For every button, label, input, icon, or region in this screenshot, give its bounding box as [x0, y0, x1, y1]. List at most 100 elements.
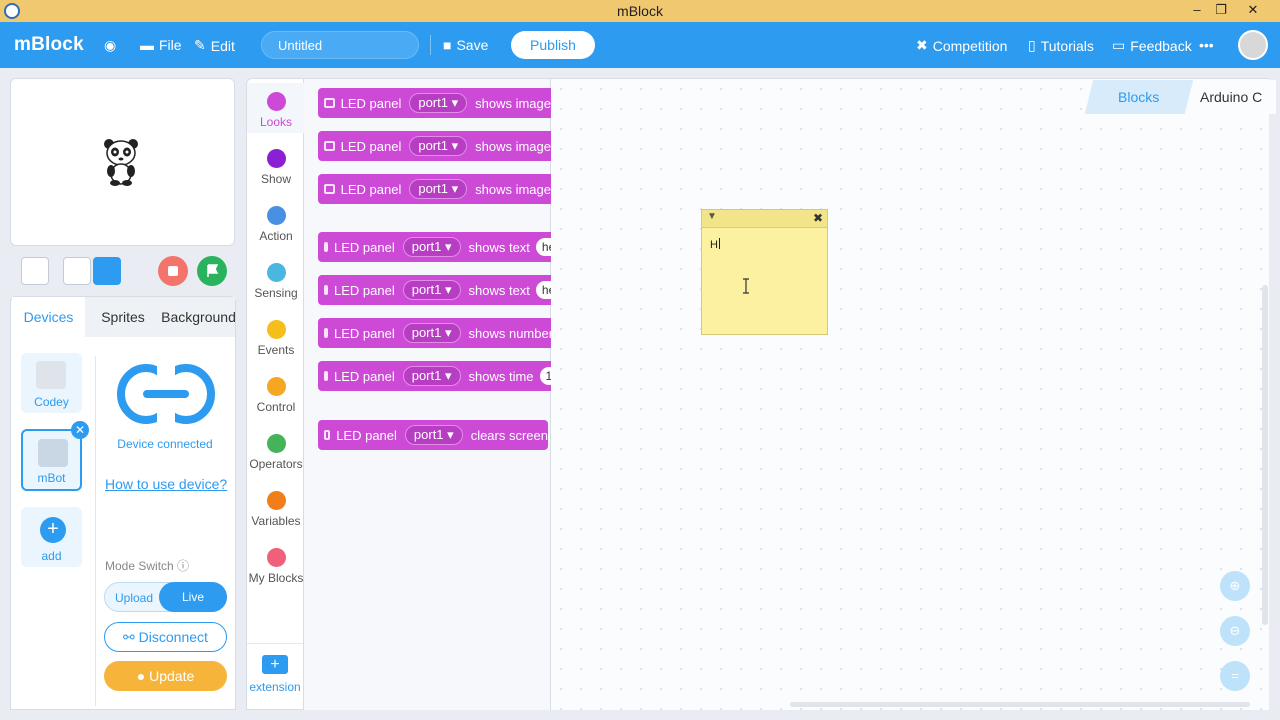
port-dropdown[interactable]: port1 ▾: [402, 280, 461, 300]
block-led-shows-text[interactable]: LED panel port1 ▾ shows text he: [318, 275, 551, 305]
category-events[interactable]: Events: [247, 320, 305, 357]
block-action: clears screen: [470, 427, 548, 443]
collapse-icon[interactable]: ▼: [707, 211, 717, 222]
block-led-shows-number[interactable]: LED panel port1 ▾ shows number: [318, 318, 551, 348]
port-dropdown[interactable]: port1 ▾: [402, 237, 461, 257]
text-input[interactable]: he: [535, 238, 551, 256]
port-dropdown[interactable]: port1 ▾: [404, 425, 463, 445]
help-icon[interactable]: ⓘ: [177, 559, 189, 573]
block-led-shows-image[interactable]: LED panel port1 ▾ shows image: [318, 88, 551, 118]
category-label: Sensing: [254, 286, 298, 300]
zoom-out-icon: ⊖: [1229, 623, 1241, 638]
category-looks[interactable]: Looks: [247, 83, 305, 133]
vertical-scrollbar[interactable]: [1262, 285, 1268, 625]
block-led-shows-time[interactable]: LED panel port1 ▾ shows time 1: [318, 361, 551, 391]
fullscreen-stage-button[interactable]: [21, 257, 49, 285]
tab-arduino-code[interactable]: Arduino C: [1196, 80, 1276, 114]
block-action: shows image: [475, 138, 551, 154]
led-panel-icon: [324, 328, 328, 338]
text-input[interactable]: he: [535, 281, 551, 299]
zoom-out-button[interactable]: ⊖: [1220, 616, 1250, 646]
extension-button[interactable]: + extension: [246, 655, 304, 694]
category-action[interactable]: Action: [247, 206, 305, 243]
led-panel-icon: [324, 371, 328, 381]
device-list-divider: [95, 356, 96, 706]
device-mbot[interactable]: mBot: [21, 429, 82, 491]
led-panel-icon: [324, 98, 335, 108]
port-dropdown[interactable]: port1 ▾: [409, 93, 468, 113]
user-avatar[interactable]: [1238, 30, 1268, 60]
block-label: LED panel: [334, 239, 395, 255]
edit-menu[interactable]: ✎ Edit: [194, 37, 235, 54]
script-workspace[interactable]: [551, 78, 1269, 710]
category-variables[interactable]: Variables: [247, 491, 305, 528]
category-control[interactable]: Control: [247, 377, 305, 414]
device-label: mBot: [37, 471, 66, 485]
led-panel-icon: [324, 285, 328, 295]
mode-upload-option[interactable]: Upload: [115, 591, 153, 605]
block-led-clears-screen[interactable]: LED panel port1 ▾ clears screen: [318, 420, 548, 450]
variables-dot-icon: [266, 491, 286, 510]
zoom-reset-button[interactable]: =: [1220, 661, 1250, 691]
update-button[interactable]: ● Update: [104, 661, 227, 691]
green-flag-button[interactable]: [197, 256, 227, 286]
note-textarea[interactable]: H: [710, 238, 720, 251]
close-window-icon[interactable]: ✕: [1238, 0, 1268, 22]
tab-blocks[interactable]: Blocks: [1084, 80, 1194, 114]
stop-button[interactable]: [158, 256, 188, 286]
tab-devices[interactable]: Devices: [12, 297, 85, 337]
mode-live-option[interactable]: Live: [159, 582, 227, 612]
small-stage-button[interactable]: [63, 257, 91, 285]
how-to-use-device-link[interactable]: How to use device?: [105, 476, 227, 492]
restore-icon[interactable]: ❐: [1206, 0, 1236, 22]
category-show[interactable]: Show: [247, 149, 305, 186]
device-connected-status: Device connected: [117, 437, 213, 451]
codey-robot-icon: [36, 361, 66, 389]
tab-sprites[interactable]: Sprites: [88, 297, 158, 337]
block-action: shows number: [468, 325, 552, 341]
normal-stage-button[interactable]: [93, 257, 121, 285]
category-my-blocks[interactable]: My Blocks: [247, 548, 305, 585]
more-menu-button[interactable]: •••: [1199, 37, 1214, 53]
port-dropdown[interactable]: port1 ▾: [409, 136, 468, 156]
window-title: mBlock: [617, 3, 663, 19]
mode-toggle[interactable]: Upload Live: [104, 582, 227, 612]
comment-note[interactable]: ▼ ✖ H: [701, 209, 828, 335]
device-label: add: [41, 549, 62, 563]
device-label: Codey: [34, 395, 69, 409]
zoom-in-button[interactable]: ⊕: [1220, 571, 1250, 601]
flag-icon: [207, 264, 219, 277]
block-label: LED panel: [340, 181, 402, 197]
file-menu[interactable]: ▬ File: [140, 37, 182, 53]
category-operators[interactable]: Operators: [247, 434, 305, 471]
category-sensing[interactable]: Sensing: [247, 263, 305, 300]
competition-link[interactable]: ✖ Competition: [916, 37, 1007, 54]
note-header[interactable]: ▼ ✖: [702, 210, 827, 228]
block-action: shows image: [475, 181, 551, 197]
block-led-shows-image[interactable]: LED panel port1 ▾ shows image: [318, 131, 551, 161]
disconnect-button[interactable]: ⚯ Disconnect: [104, 622, 227, 652]
block-led-shows-text[interactable]: LED panel port1 ▾ shows text he: [318, 232, 551, 262]
remove-device-icon[interactable]: ✕: [71, 421, 89, 439]
save-label: Save: [456, 37, 489, 53]
port-dropdown[interactable]: port1 ▾: [402, 323, 461, 343]
feedback-link[interactable]: ▭ Feedback: [1112, 37, 1192, 54]
language-button[interactable]: ◉: [104, 37, 116, 54]
category-label: Operators: [249, 457, 303, 471]
operators-dot-icon: [266, 434, 286, 453]
panda-sprite[interactable]: [103, 138, 139, 186]
close-note-icon[interactable]: ✖: [813, 211, 823, 225]
port-dropdown[interactable]: port1 ▾: [402, 366, 461, 386]
globe-icon: ◉: [104, 37, 117, 53]
tab-background[interactable]: Background: [160, 297, 237, 337]
publish-button[interactable]: Publish: [511, 31, 595, 59]
port-dropdown[interactable]: port1 ▾: [409, 179, 468, 199]
save-icon: ■: [443, 37, 452, 53]
block-led-shows-image[interactable]: LED panel port1 ▾ shows image: [318, 174, 551, 204]
device-codey[interactable]: Codey: [21, 353, 82, 413]
horizontal-scrollbar[interactable]: [790, 702, 1250, 707]
project-name-input[interactable]: Untitled: [261, 31, 419, 59]
save-button[interactable]: ■ Save: [443, 37, 488, 53]
time-input[interactable]: 1: [539, 367, 551, 385]
tutorials-link[interactable]: ▯ Tutorials: [1028, 37, 1094, 54]
